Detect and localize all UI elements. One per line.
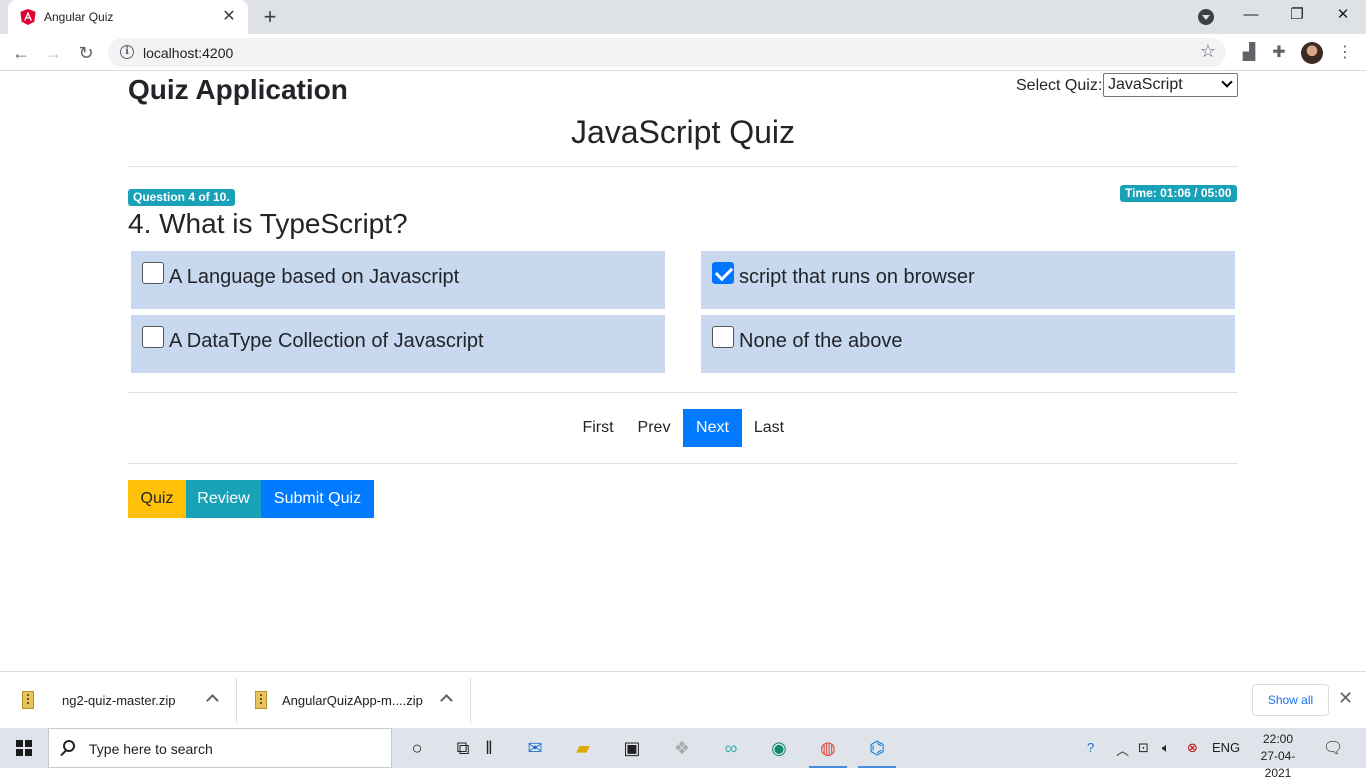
pagination: First Prev Next Last bbox=[571, 409, 797, 447]
close-window-button[interactable]: ✕ bbox=[1320, 0, 1366, 32]
option-1-checkbox[interactable] bbox=[142, 262, 164, 284]
system-clock[interactable]: 22:00 27-04-2021 bbox=[1248, 731, 1308, 782]
profile-avatar[interactable] bbox=[1301, 42, 1323, 64]
option-1[interactable]: A Language based on Javascript bbox=[131, 251, 665, 309]
taskbar-search-placeholder: Type here to search bbox=[89, 741, 213, 757]
next-button[interactable]: Next bbox=[683, 409, 742, 447]
back-arrow-icon[interactable]: ← bbox=[8, 40, 34, 66]
close-downloads-icon[interactable]: ✕ bbox=[1338, 688, 1353, 709]
divider bbox=[128, 166, 1238, 167]
help-icon[interactable]: ? bbox=[1087, 740, 1094, 755]
timer-badge: Time: 01:06 / 05:00 bbox=[1120, 185, 1237, 202]
forward-arrow-icon[interactable]: → bbox=[40, 40, 66, 66]
store-icon[interactable]: ▣ bbox=[617, 734, 647, 762]
app-title: Quiz Application bbox=[128, 74, 348, 105]
restore-button[interactable]: ❐ bbox=[1274, 0, 1320, 32]
clock-time: 22:00 bbox=[1262, 732, 1294, 746]
option-3[interactable]: A DataType Collection of Javascript bbox=[131, 315, 665, 373]
edge-icon[interactable]: ◉ bbox=[764, 734, 794, 762]
address-bar[interactable]: i localhost:4200 ☆ bbox=[108, 38, 1226, 67]
option-4-label: None of the above bbox=[739, 330, 903, 352]
zip-file-icon bbox=[22, 691, 34, 709]
extension-chart-icon[interactable]: ▟ bbox=[1238, 42, 1260, 64]
quiz-page: Quiz Application Select Quiz: JavaScript… bbox=[0, 71, 1366, 671]
question-progress-badge: Question 4 of 10. bbox=[128, 189, 235, 206]
site-info-icon[interactable]: i bbox=[120, 45, 134, 59]
taskbar-separator-icon: ‖ bbox=[485, 738, 493, 758]
option-2-checkbox[interactable] bbox=[712, 262, 734, 284]
menu-kebab-icon[interactable]: ⋮ bbox=[1334, 42, 1356, 64]
search-icon bbox=[63, 740, 75, 752]
chrome-icon[interactable]: ◍ bbox=[809, 734, 847, 768]
url-text: localhost:4200 bbox=[143, 45, 234, 61]
option-1-label: A Language based on Javascript bbox=[169, 266, 460, 288]
infinity-app-icon[interactable]: ∞ bbox=[716, 734, 746, 762]
new-tab-button[interactable]: + bbox=[258, 5, 282, 29]
network-icon[interactable]: ⊗ bbox=[1187, 740, 1198, 756]
dropbox-icon[interactable]: ❖ bbox=[667, 734, 697, 762]
clock-date: 27-04-2021 bbox=[1260, 749, 1296, 780]
prev-button[interactable]: Prev bbox=[627, 409, 681, 447]
mail-icon[interactable]: ✉ bbox=[520, 734, 550, 762]
quiz-mode-button[interactable]: Quiz bbox=[128, 480, 186, 518]
first-button[interactable]: First bbox=[571, 409, 625, 447]
divider bbox=[128, 392, 1238, 393]
notifications-icon[interactable]: 🗨︎ bbox=[1323, 738, 1343, 758]
browser-tabstrip: Angular Quiz ✕ + — ❐ ✕ bbox=[0, 0, 1366, 34]
option-2-label: script that runs on browser bbox=[739, 266, 975, 288]
chevron-down-icon bbox=[1221, 76, 1233, 88]
review-mode-button[interactable]: Review bbox=[186, 480, 261, 518]
language-indicator[interactable]: ENG bbox=[1212, 740, 1240, 755]
divider bbox=[128, 463, 1238, 464]
bookmark-star-icon[interactable]: ☆ bbox=[1200, 41, 1216, 62]
vscode-icon[interactable]: ⌬ bbox=[858, 734, 896, 768]
chevron-up-icon[interactable] bbox=[205, 691, 219, 705]
option-3-checkbox[interactable] bbox=[142, 326, 164, 348]
camera-icon[interactable]: ⊡ bbox=[1138, 740, 1149, 756]
tray-chevron-up-icon[interactable]: ︿ bbox=[1116, 740, 1129, 759]
quiz-select-value: JavaScript bbox=[1108, 76, 1183, 93]
browser-tab[interactable]: Angular Quiz ✕ bbox=[8, 0, 248, 34]
extensions-puzzle-icon[interactable]: ✚ bbox=[1268, 42, 1290, 64]
browser-toolbar: ← → ↻ i localhost:4200 ☆ ▟ ✚ ⋮ bbox=[0, 34, 1366, 71]
divider bbox=[470, 678, 471, 723]
angular-icon bbox=[20, 9, 36, 25]
chevron-up-icon[interactable] bbox=[439, 691, 453, 705]
question-text: 4. What is TypeScript? bbox=[128, 208, 408, 239]
quiz-title: JavaScript Quiz bbox=[570, 114, 796, 150]
tab-search-icon[interactable] bbox=[1198, 9, 1214, 25]
downloads-bar: ng2-quiz-master.zip AngularQuizApp-m....… bbox=[0, 671, 1366, 728]
tab-close-icon[interactable]: ✕ bbox=[220, 8, 238, 26]
option-2[interactable]: script that runs on browser bbox=[701, 251, 1235, 309]
windows-taskbar: Type here to search ○ ⧉ ‖ ✉ ▰ ▣ ❖ ∞ ◉ ◍ … bbox=[0, 728, 1366, 780]
last-button[interactable]: Last bbox=[743, 409, 795, 447]
file-explorer-icon[interactable]: ▰ bbox=[568, 734, 598, 762]
minimize-button[interactable]: — bbox=[1228, 0, 1274, 32]
submit-quiz-button[interactable]: Submit Quiz bbox=[261, 480, 374, 518]
download-item[interactable]: ng2-quiz-master.zip bbox=[22, 678, 228, 723]
option-4-checkbox[interactable] bbox=[712, 326, 734, 348]
download-filename: AngularQuizApp-m....zip bbox=[282, 693, 423, 708]
quiz-select-dropdown[interactable]: JavaScript bbox=[1103, 73, 1238, 97]
divider bbox=[236, 678, 237, 723]
option-3-label: A DataType Collection of Javascript bbox=[169, 330, 484, 352]
select-quiz-label: Select Quiz: bbox=[1016, 77, 1103, 94]
cortana-icon[interactable]: ○ bbox=[402, 734, 432, 762]
download-filename: ng2-quiz-master.zip bbox=[62, 693, 176, 708]
show-all-button[interactable]: Show all bbox=[1252, 684, 1329, 716]
reload-icon[interactable]: ↻ bbox=[73, 40, 99, 66]
volume-icon[interactable]: 🔈︎ bbox=[1162, 740, 1170, 756]
tab-title: Angular Quiz bbox=[44, 10, 114, 24]
option-4[interactable]: None of the above bbox=[701, 315, 1235, 373]
download-item[interactable]: AngularQuizApp-m....zip bbox=[255, 678, 461, 723]
zip-file-icon bbox=[255, 691, 267, 709]
taskbar-search-box[interactable]: Type here to search bbox=[48, 728, 392, 768]
windows-start-icon[interactable] bbox=[16, 740, 32, 756]
task-view-icon[interactable]: ⧉ bbox=[448, 734, 478, 762]
